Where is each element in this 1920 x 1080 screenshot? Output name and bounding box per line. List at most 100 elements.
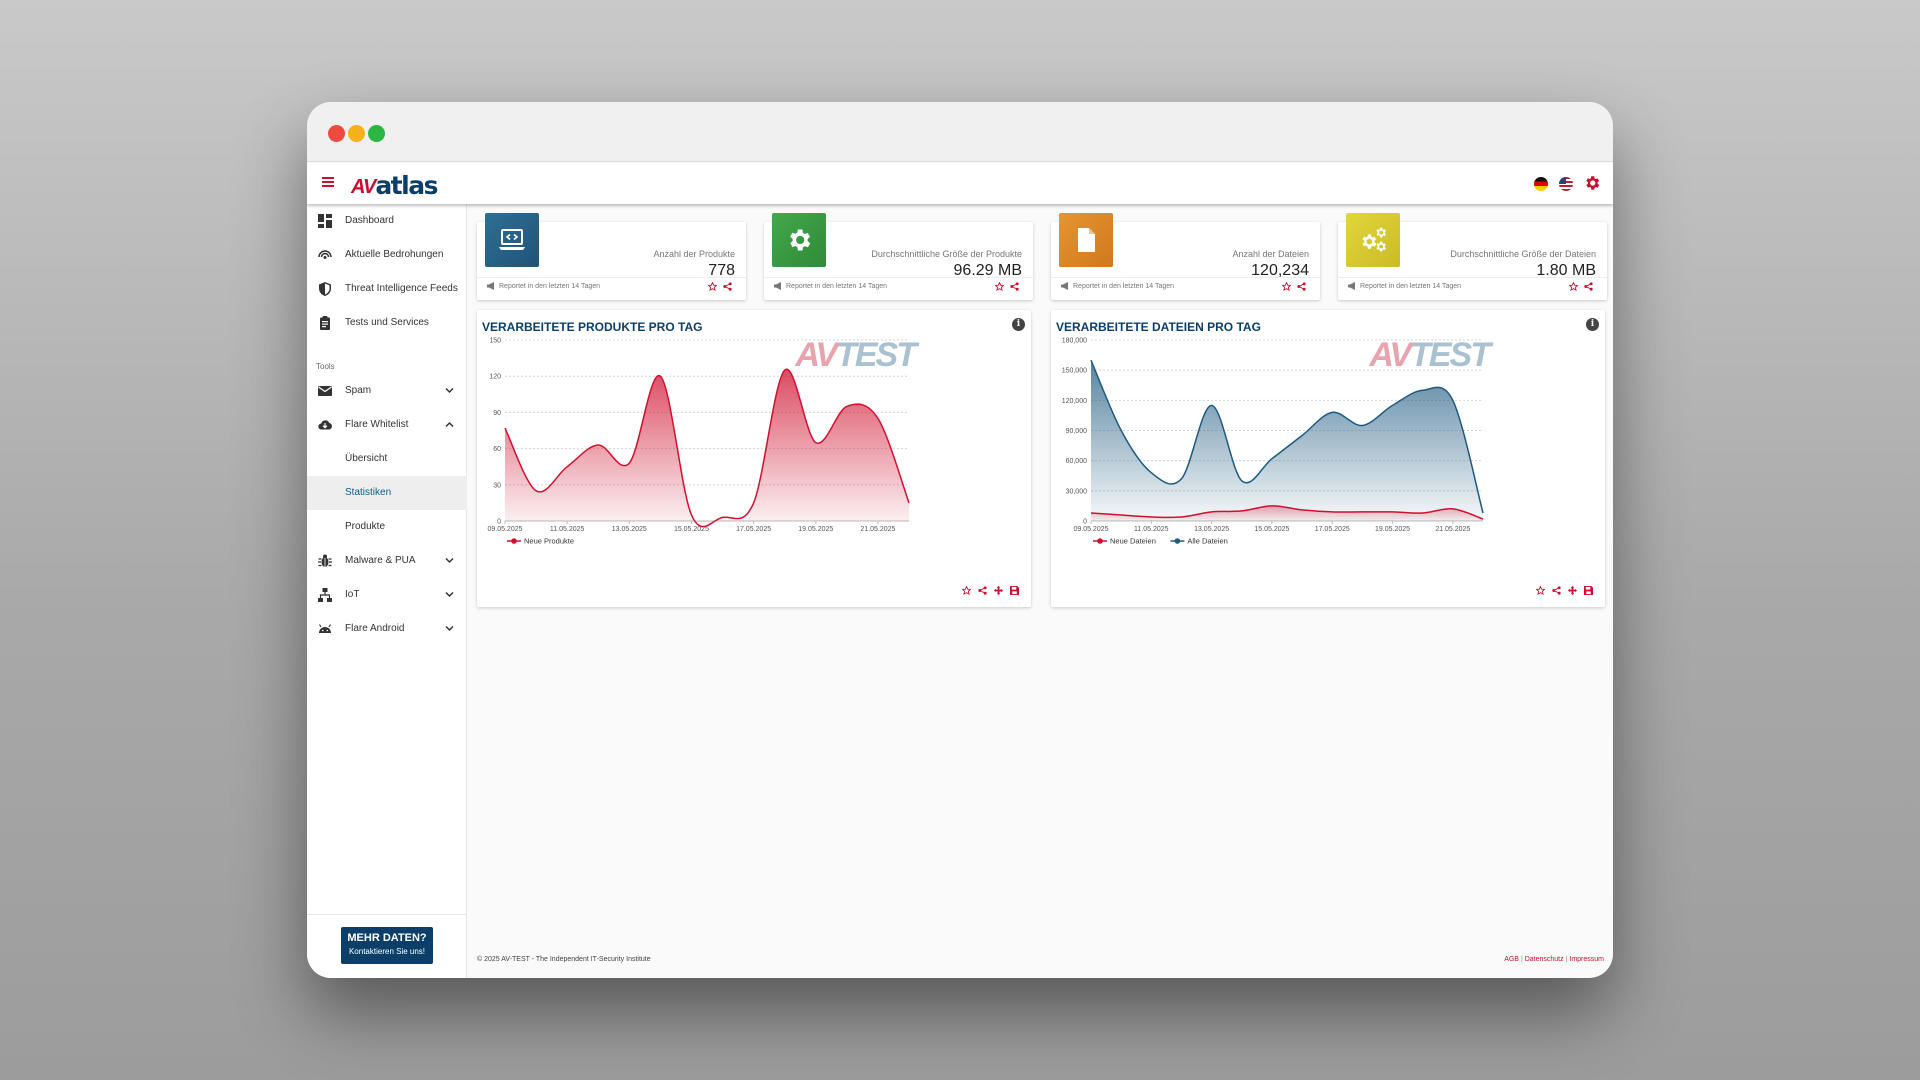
- tools-section-label: Tools: [316, 362, 335, 371]
- star-icon[interactable]: [995, 282, 1004, 291]
- chevron-down-icon[interactable]: [445, 387, 454, 394]
- footer-link-datenschutz[interactable]: Datenschutz: [1525, 956, 1564, 963]
- series-area-1: [1091, 360, 1483, 521]
- card-note: Reportet in den letzten 14 Tagen: [1061, 282, 1174, 290]
- german-flag-icon[interactable]: [1534, 177, 1548, 191]
- move-arrows-icon[interactable]: [1568, 586, 1577, 595]
- card-note: Reportet in den letzten 14 Tagen: [774, 282, 887, 290]
- sidebar-item-flare-android[interactable]: Flare Android: [307, 612, 467, 646]
- app-logo[interactable]: AV atlas: [351, 169, 438, 199]
- megaphone-icon: [774, 282, 781, 290]
- star-icon[interactable]: [1536, 586, 1545, 595]
- share-icon[interactable]: [978, 586, 987, 595]
- chevron-up-icon[interactable]: [445, 421, 454, 428]
- sidebar-subitem-statistiken[interactable]: Statistiken: [307, 476, 467, 510]
- star-icon[interactable]: [962, 586, 971, 595]
- sidebar-item-aktuelle-bedrohungen[interactable]: Aktuelle Bedrohungen: [307, 238, 467, 272]
- us-flag-icon[interactable]: [1559, 177, 1573, 191]
- x-tick-label: 13.05.2025: [612, 526, 647, 533]
- save-icon[interactable]: [1010, 586, 1019, 595]
- save-icon[interactable]: [1584, 586, 1593, 595]
- bug-icon: [318, 554, 332, 567]
- x-tick-label: 11.05.2025: [550, 526, 585, 533]
- share-icon[interactable]: [1584, 282, 1593, 291]
- y-tick-label: 30: [493, 482, 501, 489]
- sidebar-item-spam[interactable]: Spam: [307, 374, 467, 408]
- shield-icon: [319, 282, 331, 296]
- chart-dateien-svg: AVTEST 0 30,000 60,000 90,000 120,000 150,000 1…: [1062, 336, 1497, 546]
- file-icon: [1078, 228, 1095, 252]
- series-area-0: [505, 369, 909, 527]
- watermark-test: TEST: [1410, 336, 1494, 374]
- share-icon[interactable]: [723, 282, 732, 291]
- sidebar-subitem-produkte[interactable]: Produkte: [307, 510, 467, 544]
- footer-link-agb[interactable]: AGB: [1504, 956, 1519, 963]
- radar-icon: [318, 250, 332, 259]
- watermark-av: AV: [794, 336, 841, 374]
- clipboard-icon: [320, 316, 330, 330]
- stat-card-anzahl-dateien: Anzahl der Dateien 120,234 Reportet in d…: [1051, 213, 1320, 300]
- sidebar-item-tests-und-services[interactable]: Tests und Services: [307, 306, 467, 340]
- avtest-watermark: AVTEST: [794, 336, 920, 374]
- x-tick-label: 19.05.2025: [798, 526, 833, 533]
- y-tick-label: 180,000: [1062, 338, 1087, 345]
- maximize-window-button[interactable]: [368, 125, 385, 142]
- y-tick-label: 90: [493, 410, 501, 417]
- settings-gear-icon[interactable]: [1583, 174, 1601, 192]
- dashboard-icon: [318, 214, 332, 228]
- card-label: Durchschnittliche Größe der Produkte: [871, 249, 1022, 259]
- chart-panel-produkte: VERARBEITETE PRODUKTE PRO TAG i AVTEST 0 3…: [477, 310, 1031, 607]
- mail-icon: [318, 386, 332, 396]
- card-icon-tile: [1346, 213, 1400, 267]
- card-label: Durchschnittliche Größe der Dateien: [1450, 249, 1596, 259]
- chevron-down-icon[interactable]: [445, 557, 454, 564]
- chevron-down-icon[interactable]: [445, 625, 454, 632]
- footer-link-impressum[interactable]: Impressum: [1569, 956, 1604, 963]
- minimize-window-button[interactable]: [348, 125, 365, 142]
- x-tick-label: 17.05.2025: [736, 526, 771, 533]
- sidebar-item-malware-pua[interactable]: Malware & PUA: [307, 544, 467, 578]
- cta-title: MEHR DATEN?: [347, 932, 427, 944]
- legend-label-1: Alle Dateien: [1187, 537, 1227, 546]
- card-label: Anzahl der Dateien: [1232, 249, 1309, 259]
- sidebar-item-threat-intelligence-feeds[interactable]: Threat Intelligence Feeds: [307, 272, 467, 306]
- y-tick-label: 0: [497, 519, 501, 526]
- gear-icon: [790, 229, 811, 251]
- y-tick-label: 0: [1083, 519, 1087, 526]
- watermark-av: AV: [1368, 336, 1415, 374]
- sidebar-item-iot[interactable]: IoT: [307, 578, 467, 612]
- megaphone-icon: [1061, 282, 1068, 290]
- card-note-text: Reportet in den letzten 14 Tagen: [1073, 282, 1175, 290]
- y-tick-label: 150,000: [1062, 368, 1087, 375]
- menu-icon[interactable]: [322, 177, 334, 188]
- android-icon: [319, 624, 331, 633]
- sidebar-item-dashboard[interactable]: Dashboard: [307, 204, 467, 238]
- card-note: Reportet in den letzten 14 Tagen: [1348, 282, 1461, 290]
- sidebar-item-label: Aktuelle Bedrohungen: [345, 249, 444, 260]
- sidebar-item-label: Dashboard: [345, 215, 394, 226]
- star-icon[interactable]: [1569, 282, 1578, 291]
- sidebar-item-label: IoT: [345, 589, 360, 600]
- share-icon[interactable]: [1010, 282, 1019, 291]
- x-tick-label: 19.05.2025: [1375, 526, 1410, 533]
- x-tick-label: 21.05.2025: [860, 526, 895, 533]
- mehr-daten-button[interactable]: MEHR DATEN? Kontaktieren Sie uns!: [341, 927, 433, 964]
- move-arrows-icon[interactable]: [994, 586, 1003, 595]
- sidebar-item-flare-whitelist[interactable]: Flare Whitelist: [307, 408, 467, 442]
- x-tick-label: 13.05.2025: [1194, 526, 1229, 533]
- share-icon[interactable]: [1552, 586, 1561, 595]
- close-window-button[interactable]: [328, 125, 345, 142]
- y-tick-label: 150: [489, 338, 501, 345]
- star-icon[interactable]: [1282, 282, 1291, 291]
- legend-marker-0: [511, 538, 517, 544]
- chevron-down-icon[interactable]: [445, 591, 454, 598]
- card-note-text: Reportet in den letzten 14 Tagen: [499, 282, 601, 290]
- laptop-code-icon: [499, 229, 525, 250]
- sidebar-subitem-uebersicht[interactable]: Übersicht: [307, 442, 467, 476]
- star-icon[interactable]: [708, 282, 717, 291]
- stat-card-groesse-produkte: Durchschnittliche Größe der Produkte 96.…: [764, 213, 1033, 300]
- legend-marker-0: [1097, 538, 1103, 544]
- sidebar-footer: MEHR DATEN? Kontaktieren Sie uns!: [307, 914, 467, 978]
- sidebar-subitem-label: Statistiken: [345, 487, 392, 498]
- share-icon[interactable]: [1297, 282, 1306, 291]
